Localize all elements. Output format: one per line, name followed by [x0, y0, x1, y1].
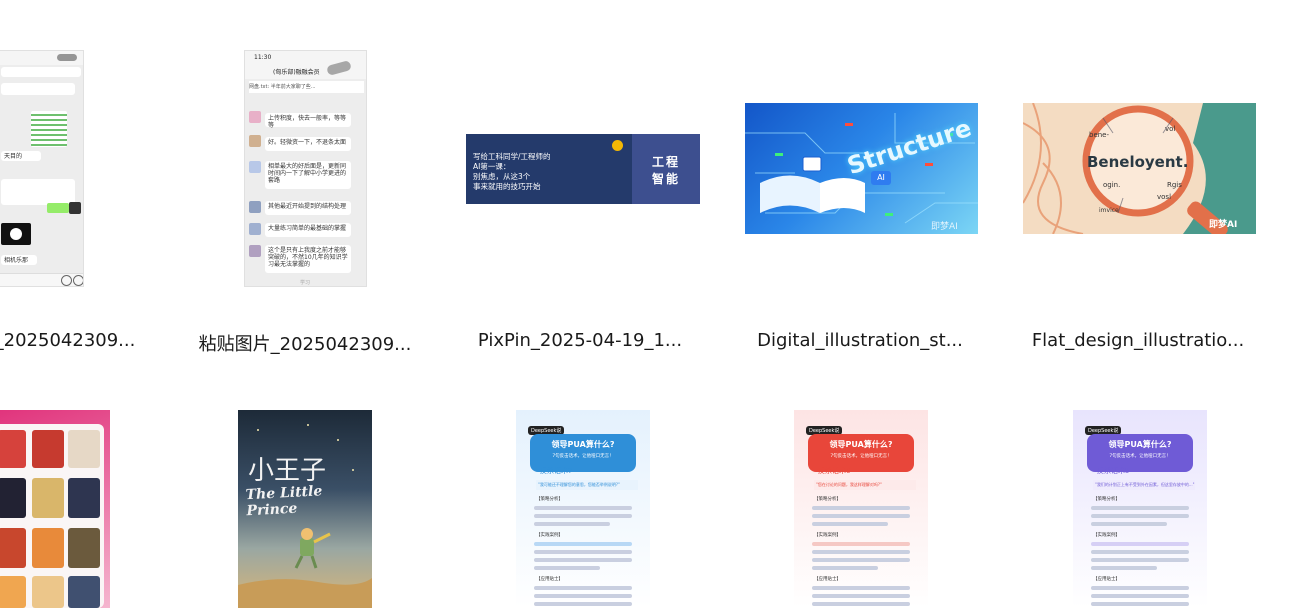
- word-tag: ogin.: [1103, 181, 1121, 189]
- chat-message: 上传积度，快去一般率，等等等: [265, 113, 351, 129]
- chat-title: (匈乐部)融融会员: [273, 69, 320, 76]
- poster-quote: "我可能还不理解您的意思，您能否举例说明?": [536, 480, 638, 490]
- watermark: 即梦AI: [931, 222, 958, 232]
- poster-section: 【策略分析】: [1093, 497, 1120, 502]
- file-tile-5[interactable]: Beneloyent. bene- vol ogin. Rgis vosl im…: [1018, 0, 1258, 360]
- file-tile-2[interactable]: 11:30 (匈乐部)融融会员 网盘.txt: 半年前大家聊了些... 上传积度…: [185, 0, 425, 360]
- file-name: Flat_design_illustratio...: [1031, 330, 1245, 351]
- word-tag: vosl: [1157, 193, 1172, 201]
- word-tag: Rgis: [1167, 181, 1182, 189]
- file-tile-8[interactable]: DeepSeek说 领导PUA算什么? 7句反击话术，让他哑口无言！ 反杀话术7…: [460, 410, 700, 608]
- chat-footer: 学习: [300, 280, 311, 286]
- word-tag: imvice: [1099, 207, 1119, 214]
- file-thumbnail-8[interactable]: DeepSeek说 领导PUA算什么? 7句反击话术，让他哑口无言！ 反杀话术7…: [516, 410, 650, 608]
- chat-message: 这个是只有上我度之前才能够突破的，不然10几年的知识学习最无法掌握的: [265, 245, 351, 273]
- file-name: _2025042309...: [0, 330, 136, 351]
- chat-message: 其他最近开始提到的结构处理: [265, 201, 351, 215]
- file-thumbnail-1[interactable]: 天目的 相机乐那: [0, 50, 84, 287]
- file-name: 粘贴图片_2025042309...: [198, 334, 412, 355]
- file-tile-7[interactable]: 小王子 The Little Prince: [185, 410, 425, 608]
- poster-case: 反杀话术6: [818, 467, 851, 475]
- poster-section: 【策略分析】: [814, 497, 841, 502]
- magnifier-word: Beneloyent.: [1087, 153, 1189, 171]
- file-thumbnail-2[interactable]: 11:30 (匈乐部)融融会员 网盘.txt: 半年前大家聊了些... 上传积度…: [244, 50, 367, 287]
- file-tile-10[interactable]: DeepSeek说 领导PUA算什么? 7句反击话术，让他哑口无言！ 反杀话术5…: [1018, 410, 1258, 608]
- file-thumbnail-6[interactable]: [0, 410, 110, 608]
- word-tag: vol: [1165, 125, 1176, 133]
- medal-icon: [612, 140, 623, 151]
- banner-text: 写给工科同学/工程师的 AI第一课： 别焦虑，从这3个 事来就用的技巧开始: [473, 152, 551, 191]
- banner-side-text: 工程 智能: [652, 155, 681, 186]
- word-tag: bene-: [1089, 131, 1110, 139]
- file-thumbnail-5[interactable]: Beneloyent. bene- vol ogin. Rgis vosl im…: [1023, 103, 1256, 234]
- file-thumbnail-9[interactable]: DeepSeek说 领导PUA算什么? 7句反击话术，让他哑口无言！ 反杀话术6…: [794, 410, 928, 608]
- watermark: 即梦AI: [1209, 220, 1238, 230]
- pinned-message: 网盘.txt: 半年前大家聊了些...: [249, 81, 364, 93]
- status-time: 11:30: [254, 54, 272, 61]
- ai-badge: AI: [871, 171, 891, 185]
- chat-message: 大量练习简单的最基础的掌握: [265, 223, 351, 237]
- poster-section: 【实践案例】: [1093, 533, 1120, 538]
- file-thumbnail-4[interactable]: Structure AI 即梦AI: [745, 103, 978, 234]
- file-name: PixPin_2025-04-19_1...: [477, 330, 683, 351]
- poster-section: 【实践案例】: [536, 533, 563, 538]
- poster-case: 反杀话术5: [1097, 467, 1130, 475]
- poster-section: 【应用贴士】: [1093, 577, 1120, 582]
- poster-section: 【策略分析】: [536, 497, 563, 502]
- poster-case: 反杀话术7: [540, 467, 573, 475]
- poster-quote: "我们的计划正上有不受到外在因素，但这里存放中的...": [1093, 480, 1195, 490]
- chat-text: 天目的: [1, 151, 41, 161]
- file-thumbnail-10[interactable]: DeepSeek说 领导PUA算什么? 7句反击话术，让他哑口无言！ 反杀话术5…: [1073, 410, 1207, 608]
- chat-message: 好。轻微资一下，不退条太面: [265, 137, 351, 151]
- file-tile-9[interactable]: DeepSeek说 领导PUA算什么? 7句反击话术，让他哑口无言！ 反杀话术6…: [740, 410, 980, 608]
- poster-quote: "您在讨论的问题，我这样理解对吗?": [814, 480, 916, 490]
- file-thumbnail-7[interactable]: 小王子 The Little Prince: [238, 410, 372, 608]
- file-tile-3[interactable]: 写给工科同学/工程师的 AI第一课： 别焦虑，从这3个 事来就用的技巧开始 工程…: [460, 0, 700, 360]
- file-tile-1[interactable]: 天目的 相机乐那 _2025042309...: [0, 0, 150, 360]
- chat-message: 相单最大的好后面是，更新同时间内一下了解中小学更进的套路: [265, 161, 351, 189]
- chat-text: 相机乐那: [1, 255, 37, 265]
- file-thumbnail-3[interactable]: 写给工科同学/工程师的 AI第一课： 别焦虑，从这3个 事来就用的技巧开始 工程…: [466, 134, 700, 204]
- poster-section: 【应用贴士】: [536, 577, 563, 582]
- file-tile-6[interactable]: [0, 410, 120, 608]
- file-name: Digital_illustration_st...: [757, 330, 963, 351]
- poster-section: 【应用贴士】: [814, 577, 841, 582]
- file-tile-4[interactable]: Structure AI 即梦AI Digital_illustration_s…: [740, 0, 980, 360]
- poster-section: 【实践案例】: [814, 533, 841, 538]
